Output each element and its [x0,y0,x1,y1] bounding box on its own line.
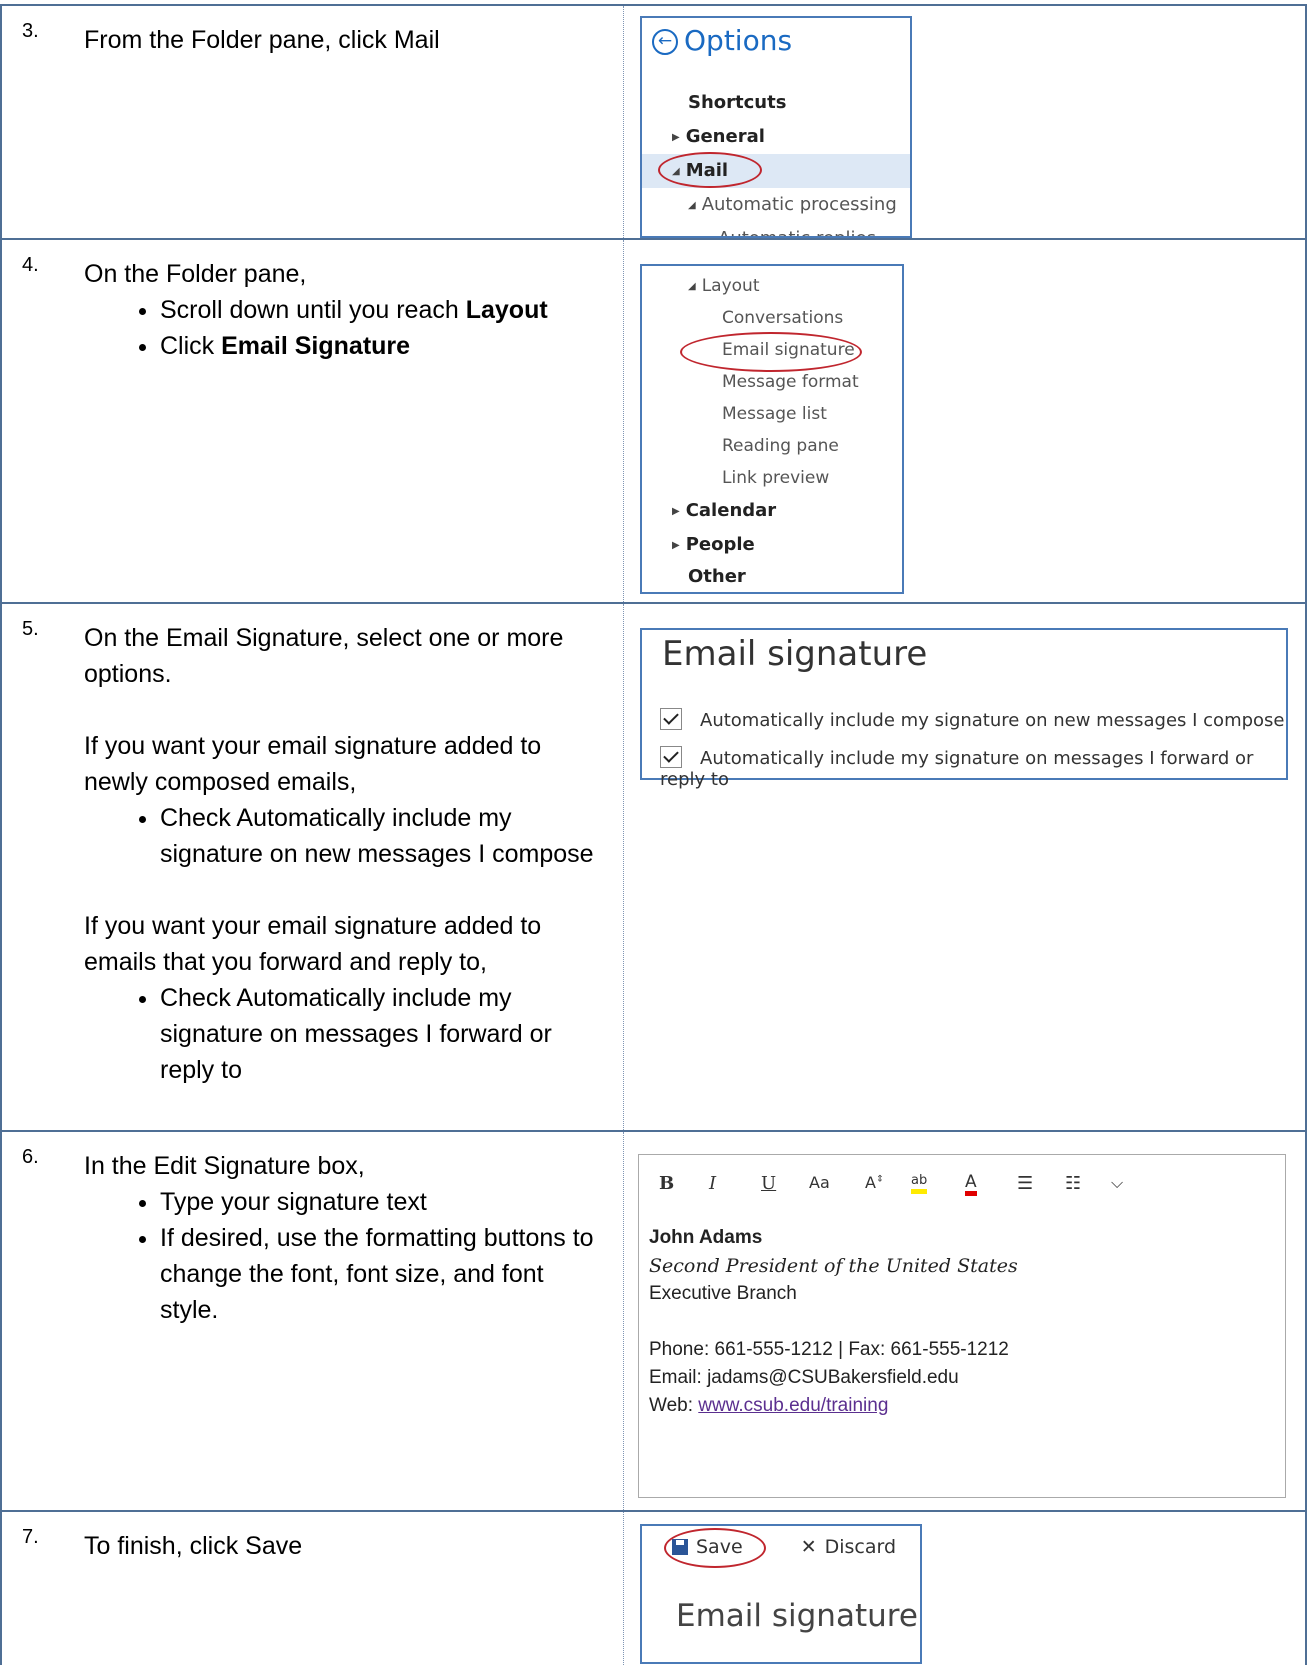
step-number: 6. [22,1146,39,1168]
menu-item-layout[interactable]: ◢ Layout [688,276,760,296]
folder-pane-screenshot: ◢ Layout Conversations Email signature Me… [640,264,904,594]
menu-item-link-preview[interactable]: Link preview [722,468,829,488]
bold-icon[interactable]: B [659,1173,674,1194]
step-number: 5. [22,618,39,640]
menu-item-message-format[interactable]: Message format [722,372,859,392]
step-paragraph: If you want your email signature added t… [84,732,542,796]
email-signature-heading: Email signature [676,1598,918,1634]
step-intro: On the Folder pane, [84,260,307,288]
web-link[interactable]: www.csub.edu/training [698,1395,888,1416]
menu-item-reading-pane[interactable]: Reading pane [722,436,839,456]
step-instruction: To finish, click Save [84,1532,303,1560]
expand-arrow-icon: ▶ [672,132,680,143]
mail-highlight-oval [658,152,762,188]
menu-item-shortcuts[interactable]: Shortcuts [688,92,786,113]
signature-editor-screenshot: B I U Aa A⇕ ab A ☰ ☷ ⌵ John Adams Second… [638,1154,1286,1498]
signature-web[interactable]: Web: www.csub.edu/training [649,1395,888,1417]
step-row-4: 4. On the Folder pane, Scroll down until… [0,238,1307,602]
step-number: 3. [22,20,39,42]
step-text: To finish, click Save [84,1528,604,1564]
step-bullet: Scroll down until you reach Layout [160,292,604,328]
options-label: Options [684,24,793,57]
menu-item-calendar[interactable]: ▶ Calendar [672,500,776,521]
grow-font-icon[interactable]: A⇕ [865,1173,884,1192]
expand-arrow-icon: ▶ [672,506,680,517]
step-text: In the Edit Signature box, Type your sig… [84,1148,604,1328]
signature-branch[interactable]: Executive Branch [649,1283,797,1305]
options-title[interactable]: ← Options [652,24,792,57]
signature-title[interactable]: Second President of the United States [649,1255,1018,1277]
step-bullet: Click Email Signature [160,328,604,364]
numbered-list-icon[interactable]: ☷ [1065,1173,1081,1194]
collapse-arrow-icon: ◢ [688,200,696,211]
step-row-7: 7. To finish, click Save Save ✕ Discard E… [0,1510,1307,1665]
save-highlight-oval [664,1528,766,1568]
step-bullet: Type your signature text [160,1184,604,1220]
step-bullet: If desired, use the formatting buttons t… [160,1220,604,1328]
signature-name[interactable]: John Adams [649,1227,762,1249]
underline-icon[interactable]: U [761,1173,776,1194]
highlight-icon[interactable]: ab [911,1173,928,1194]
checkbox-checked-icon[interactable] [660,746,682,768]
step-number: 7. [22,1526,39,1548]
discard-button[interactable]: ✕ Discard [801,1536,896,1558]
option-forward-reply[interactable]: Automatically include my signature on me… [660,746,1286,790]
font-color-icon[interactable]: A [965,1173,977,1196]
step-row-3: 3. From the Folder pane, click Mail ← Opt… [0,4,1307,238]
expand-arrow-icon: ▶ [672,540,680,551]
email-signature-options-screenshot: Email signature Automatically include my… [640,628,1288,790]
font-size-icon[interactable]: Aa [809,1173,830,1192]
menu-item-people[interactable]: ▶ People [672,534,755,555]
step-paragraph: If you want your email signature added t… [84,912,542,976]
email-signature-highlight-oval [680,332,862,372]
signature-email[interactable]: Email: jadams@CSUBakersfield.edu [649,1367,959,1389]
step-bullet: Check Automatically include my signature… [160,980,604,1088]
menu-item-general[interactable]: ▶ General [672,126,765,147]
bullet-list-icon[interactable]: ☰ [1017,1173,1033,1194]
checkbox-checked-icon[interactable] [660,708,682,730]
step-row-5: 5. On the Email Signature, select one or… [0,602,1307,1130]
save-screenshot: Save ✕ Discard Email signature [640,1524,922,1664]
chevron-down-icon[interactable]: ⌵ [1111,1173,1123,1193]
menu-item-conversations[interactable]: Conversations [722,308,843,328]
step-instruction: From the Folder pane, click Mail [84,26,440,54]
close-icon: ✕ [800,1536,817,1558]
menu-item-other[interactable]: Other [688,566,746,587]
step-number: 4. [22,254,39,276]
menu-item-message-list[interactable]: Message list [722,404,827,424]
step-bullet: Check Automatically include my signature… [160,800,604,872]
italic-icon[interactable]: I [709,1173,716,1194]
menu-item-automatic-processing[interactable]: ◢ Automatic processing [688,194,897,215]
step-intro: In the Edit Signature box, [84,1152,365,1180]
back-arrow-icon[interactable]: ← [652,29,678,55]
option-new-messages[interactable]: Automatically include my signature on ne… [660,708,1285,731]
collapse-arrow-icon: ◢ [688,281,696,292]
email-signature-heading: Email signature [662,634,928,674]
signature-phone[interactable]: Phone: 661-555-1212 | Fax: 661-555-1212 [649,1339,1009,1361]
step-row-6: 6. In the Edit Signature box, Type your … [0,1130,1307,1510]
step-text: From the Folder pane, click Mail [84,22,604,58]
step-text: On the Folder pane, Scroll down until yo… [84,256,604,364]
step-text: On the Email Signature, select one or mo… [84,620,604,1088]
menu-item-automatic-replies[interactable]: Automatic replies [718,228,876,236]
step-intro: On the Email Signature, select one or mo… [84,624,564,688]
options-screenshot: ← Options Shortcuts ▶ General ◢ Mail ◢ Autom… [640,16,912,238]
